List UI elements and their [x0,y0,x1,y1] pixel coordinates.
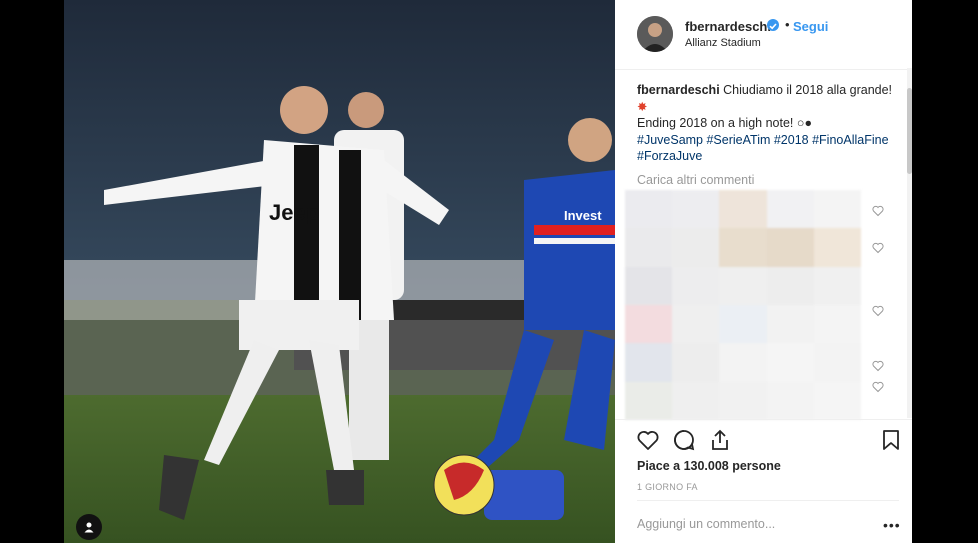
follow-button[interactable]: Segui [793,19,828,34]
post-photo[interactable]: Jeep Invest [64,0,615,543]
actions-divider [615,419,912,420]
post-caption: fbernardeschi Chiudiamo il 2018 alla gra… [637,82,905,165]
comment-like-heart-icon[interactable] [872,360,884,372]
comment-like-heart-icon[interactable] [872,305,884,317]
opponent-sponsor-text: Invest [564,208,602,223]
add-comment-input[interactable]: Aggiungi un commento... [637,517,775,531]
blurred-comments [625,190,861,420]
load-more-comments[interactable]: Carica altri commenti [637,173,905,187]
more-options-icon[interactable]: ••• [883,517,901,533]
share-icon[interactable] [708,428,732,452]
separator-dot: • [785,17,790,32]
black-circle-emoji-icon: ● [804,116,812,130]
comment-like-heart-icon[interactable] [872,205,884,217]
caption-hashtags[interactable]: #JuveSamp #SerieATim #2018 #FinoAllaFine… [637,133,889,164]
caption-line-2: Ending 2018 on a high note! [637,116,794,130]
caption-username[interactable]: fbernardeschi [637,83,720,97]
post-username[interactable]: fbernardeschi [685,19,771,34]
comments-section: fbernardeschi Chiudiamo il 2018 alla gra… [637,82,905,187]
user-tag-icon[interactable] [76,514,102,540]
bookmark-icon[interactable] [879,428,903,452]
likes-count[interactable]: Piace a 130.008 persone [637,459,781,473]
heart-icon[interactable] [636,428,660,452]
post-timestamp[interactable]: 1 GIORNO FA [637,482,698,492]
comment-icon[interactable] [672,428,696,452]
comments-scrollbar-thumb[interactable] [907,88,912,174]
collision-emoji-icon: ✸ [637,99,648,114]
post-location[interactable]: Allianz Stadium [685,37,761,49]
photo-illustration: Jeep Invest [64,0,615,543]
post-side-panel: fbernardeschi • Segui Allianz Stadium fb… [615,0,912,543]
verified-badge-icon [767,19,779,31]
caption-line-1: Chiudiamo il 2018 alla grande! [723,83,893,97]
post-header: fbernardeschi • Segui Allianz Stadium [615,0,912,70]
comment-like-heart-icon[interactable] [872,242,884,254]
comment-input-divider [637,500,899,501]
avatar[interactable] [637,16,673,52]
instagram-post-modal: Jeep Invest fbernardeschi • Segui Allian… [0,0,978,543]
jersey-sponsor-text: Jeep [269,200,319,225]
comment-like-heart-icon[interactable] [872,381,884,393]
